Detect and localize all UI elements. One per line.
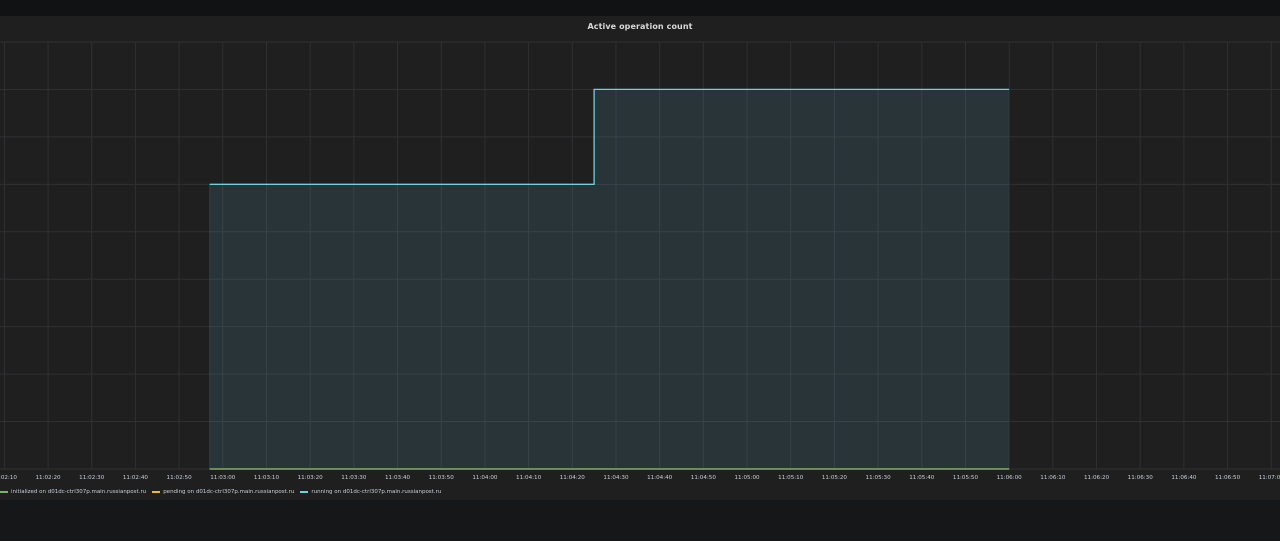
- x-tick-label: 11:03:50: [429, 475, 455, 481]
- x-tick-label: 11:06:00: [997, 475, 1023, 481]
- x-tick-label: 11:04:40: [647, 475, 673, 481]
- x-tick-label: 11:04:00: [472, 475, 498, 481]
- x-tick-label: 11:05:50: [953, 475, 979, 481]
- x-tick-label: 11:02:50: [167, 475, 193, 481]
- x-tick-label: 11:04:50: [691, 475, 717, 481]
- x-tick-label: 11:05:10: [778, 475, 804, 481]
- x-tick-label: 11:06:50: [1215, 475, 1241, 481]
- x-tick-label: 11:05:40: [909, 475, 935, 481]
- legend-swatch: [152, 491, 161, 493]
- x-tick-label: 11:05:30: [866, 475, 892, 481]
- legend-item[interactable]: initialized on d01dc-ctrl307p.main.russi…: [0, 489, 146, 495]
- x-axis-ticks: 11:02:10 11:02:20 11:02:30 11:02:40 11:02:50…: [0, 475, 1280, 481]
- x-tick-label: 11:03:00: [210, 475, 236, 481]
- chart-area[interactable]: 11:02:10 11:02:20 11:02:30 11:02:40 11:02:50…: [0, 0, 1280, 541]
- x-tick-label: 11:06:30: [1128, 475, 1154, 481]
- legend-item[interactable]: running on d01dc-ctrl307p.main.russianpo…: [300, 489, 441, 495]
- x-tick-label: 11:04:20: [560, 475, 586, 481]
- series-area-fill: [209, 89, 1010, 470]
- x-tick-label: 11:03:30: [341, 475, 367, 481]
- x-tick-label: 11:07:00: [1259, 475, 1280, 481]
- x-tick-label: 11:02:30: [79, 475, 105, 481]
- x-tick-label: 11:06:20: [1084, 475, 1110, 481]
- x-tick-label: 11:02:20: [35, 475, 61, 481]
- legend-swatch: [0, 491, 8, 493]
- legend: initialized on d01dc-ctrl307p.main.russi…: [0, 486, 447, 498]
- x-tick-label: 11:05:20: [822, 475, 848, 481]
- legend-swatch: [300, 491, 309, 493]
- x-tick-label: 11:06:40: [1171, 475, 1197, 481]
- series-layer: [209, 88, 1010, 470]
- x-tick-label: 11:05:00: [734, 475, 760, 481]
- x-tick-label: 11:02:40: [123, 475, 149, 481]
- x-tick-label: 11:02:10: [0, 475, 17, 481]
- x-tick-label: 11:03:10: [254, 475, 280, 481]
- x-tick-label: 11:03:20: [298, 475, 324, 481]
- legend-label: initialized on d01dc-ctrl307p.main.russi…: [11, 489, 147, 495]
- legend-label: running on d01dc-ctrl307p.main.russianpo…: [311, 489, 442, 495]
- x-tick-label: 11:03:40: [385, 475, 411, 481]
- legend-item[interactable]: pending on d01dc-ctrl307p.main.russianpo…: [152, 489, 294, 495]
- legend-label: pending on d01dc-ctrl307p.main.russianpo…: [163, 489, 295, 495]
- x-tick-label: 11:04:10: [516, 475, 542, 481]
- x-tick-label: 11:06:10: [1040, 475, 1066, 481]
- x-tick-label: 11:04:30: [603, 475, 629, 481]
